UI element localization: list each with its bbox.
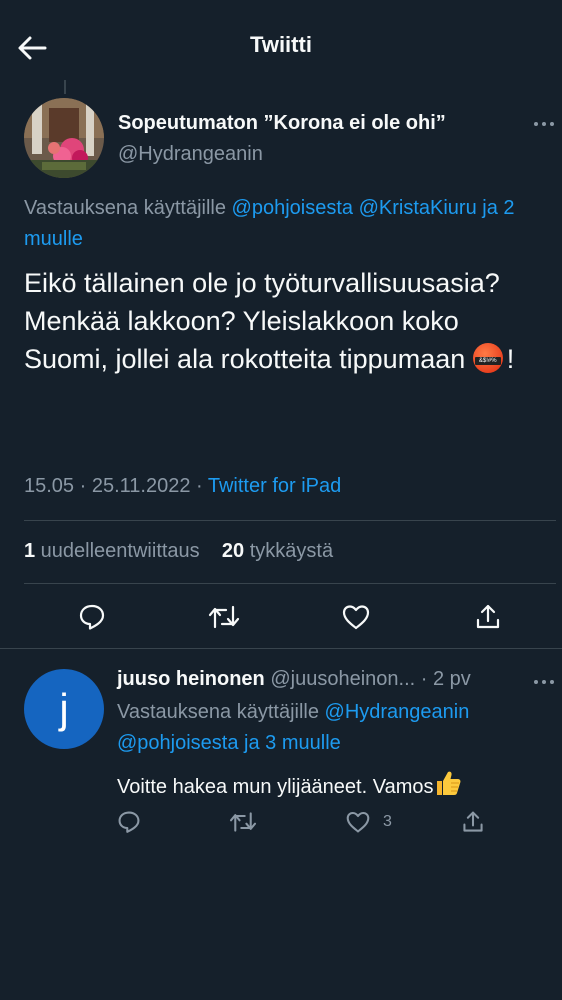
retweet-count: 1 [24,540,36,562]
retweet-icon [208,605,240,629]
mention-link[interactable]: @pohjoisesta ja 3 muulle [117,732,341,754]
source-label[interactable]: Twitter for iPad [208,475,341,497]
share-button[interactable] [468,597,508,637]
reply-prefix: Vastauksena käyttäjille [24,197,232,219]
mention-link[interactable]: @KristaKiuru [359,197,477,219]
share-icon [476,604,500,629]
heart-icon [346,811,370,833]
section-divider [0,648,562,649]
tweet-body: Eikö tällainen ole jo työturvallisuusasi… [24,268,500,374]
reply-author-name[interactable]: juuso heinonen [117,668,265,690]
reply-context: Vastauksena käyttäjille @Hydrangeanin @p… [117,697,547,759]
mention-link[interactable]: @pohjoisesta [232,197,353,219]
author-handle[interactable]: @Hydrangeanin [118,143,263,166]
reply-context: Vastauksena käyttäjille @pohjoisesta @Kr… [24,193,554,255]
reply-more-options-button[interactable] [530,674,558,690]
tweet-text: Eikö tällainen ole jo työturvallisuusasi… [24,264,544,378]
retweet-icon [229,812,257,832]
avatar-letter: j [59,685,69,732]
comment-icon [79,604,105,630]
reply-time[interactable]: · 2 pv [421,668,471,690]
like-label: tykkäystä [244,540,334,562]
avatar[interactable] [24,98,104,178]
author-name[interactable]: Sopeutumaton ”Korona ei ole ohi” [118,112,446,135]
cursing-face-emoji [472,343,503,373]
reply-like-button[interactable]: 3 [345,807,392,837]
thread-connector [64,80,66,94]
page-title: Twiitti [250,32,312,57]
more-icon [534,680,554,684]
reply-body: Voitte hakea mun ylijääneet. Vamos [117,776,434,798]
more-options-button[interactable] [530,116,558,132]
reply-tweet-text: Voitte hakea mun ylijääneet. Vamos [117,769,463,799]
tweet-meta: 15.05 · 25.11.2022 · Twitter for iPad [24,475,341,498]
reply-share-button[interactable] [461,807,485,837]
reply-header: juuso heinonen @juusoheinon... · 2 pv [117,668,471,691]
timestamp[interactable]: 15.05 · 25.11.2022 · [24,475,208,497]
comment-icon [118,811,140,833]
share-icon [463,811,483,832]
like-button[interactable] [336,597,376,637]
divider [24,583,556,584]
avatar-image [24,98,104,178]
header: Twiitti [0,0,562,92]
heart-icon [342,605,370,630]
engagement-stats: 1 uudelleentwiittaus 20 tykkäystä [24,540,333,563]
like-count: 20 [221,540,245,562]
reply-retweet-button[interactable] [229,807,257,837]
retweet-button[interactable] [204,597,244,637]
thumbs-up-emoji [437,771,461,795]
tweet-body-end: ! [506,344,515,374]
reply-prefix: Vastauksena käyttäjille [117,701,325,723]
divider [24,520,556,521]
reply-reply-button[interactable] [117,807,141,837]
like-stat[interactable]: 20 tykkäystä [222,540,333,562]
more-icon [534,122,554,126]
reply-author-handle[interactable]: @juusoheinon... [270,668,415,690]
mention-link[interactable]: @Hydrangeanin [325,701,470,723]
reply-button[interactable] [72,597,112,637]
reply-like-count: 3 [383,813,392,830]
reply-avatar[interactable]: j [24,669,104,749]
retweet-stat[interactable]: 1 uudelleentwiittaus [24,540,200,562]
retweet-label: uudelleentwiittaus [35,540,200,562]
